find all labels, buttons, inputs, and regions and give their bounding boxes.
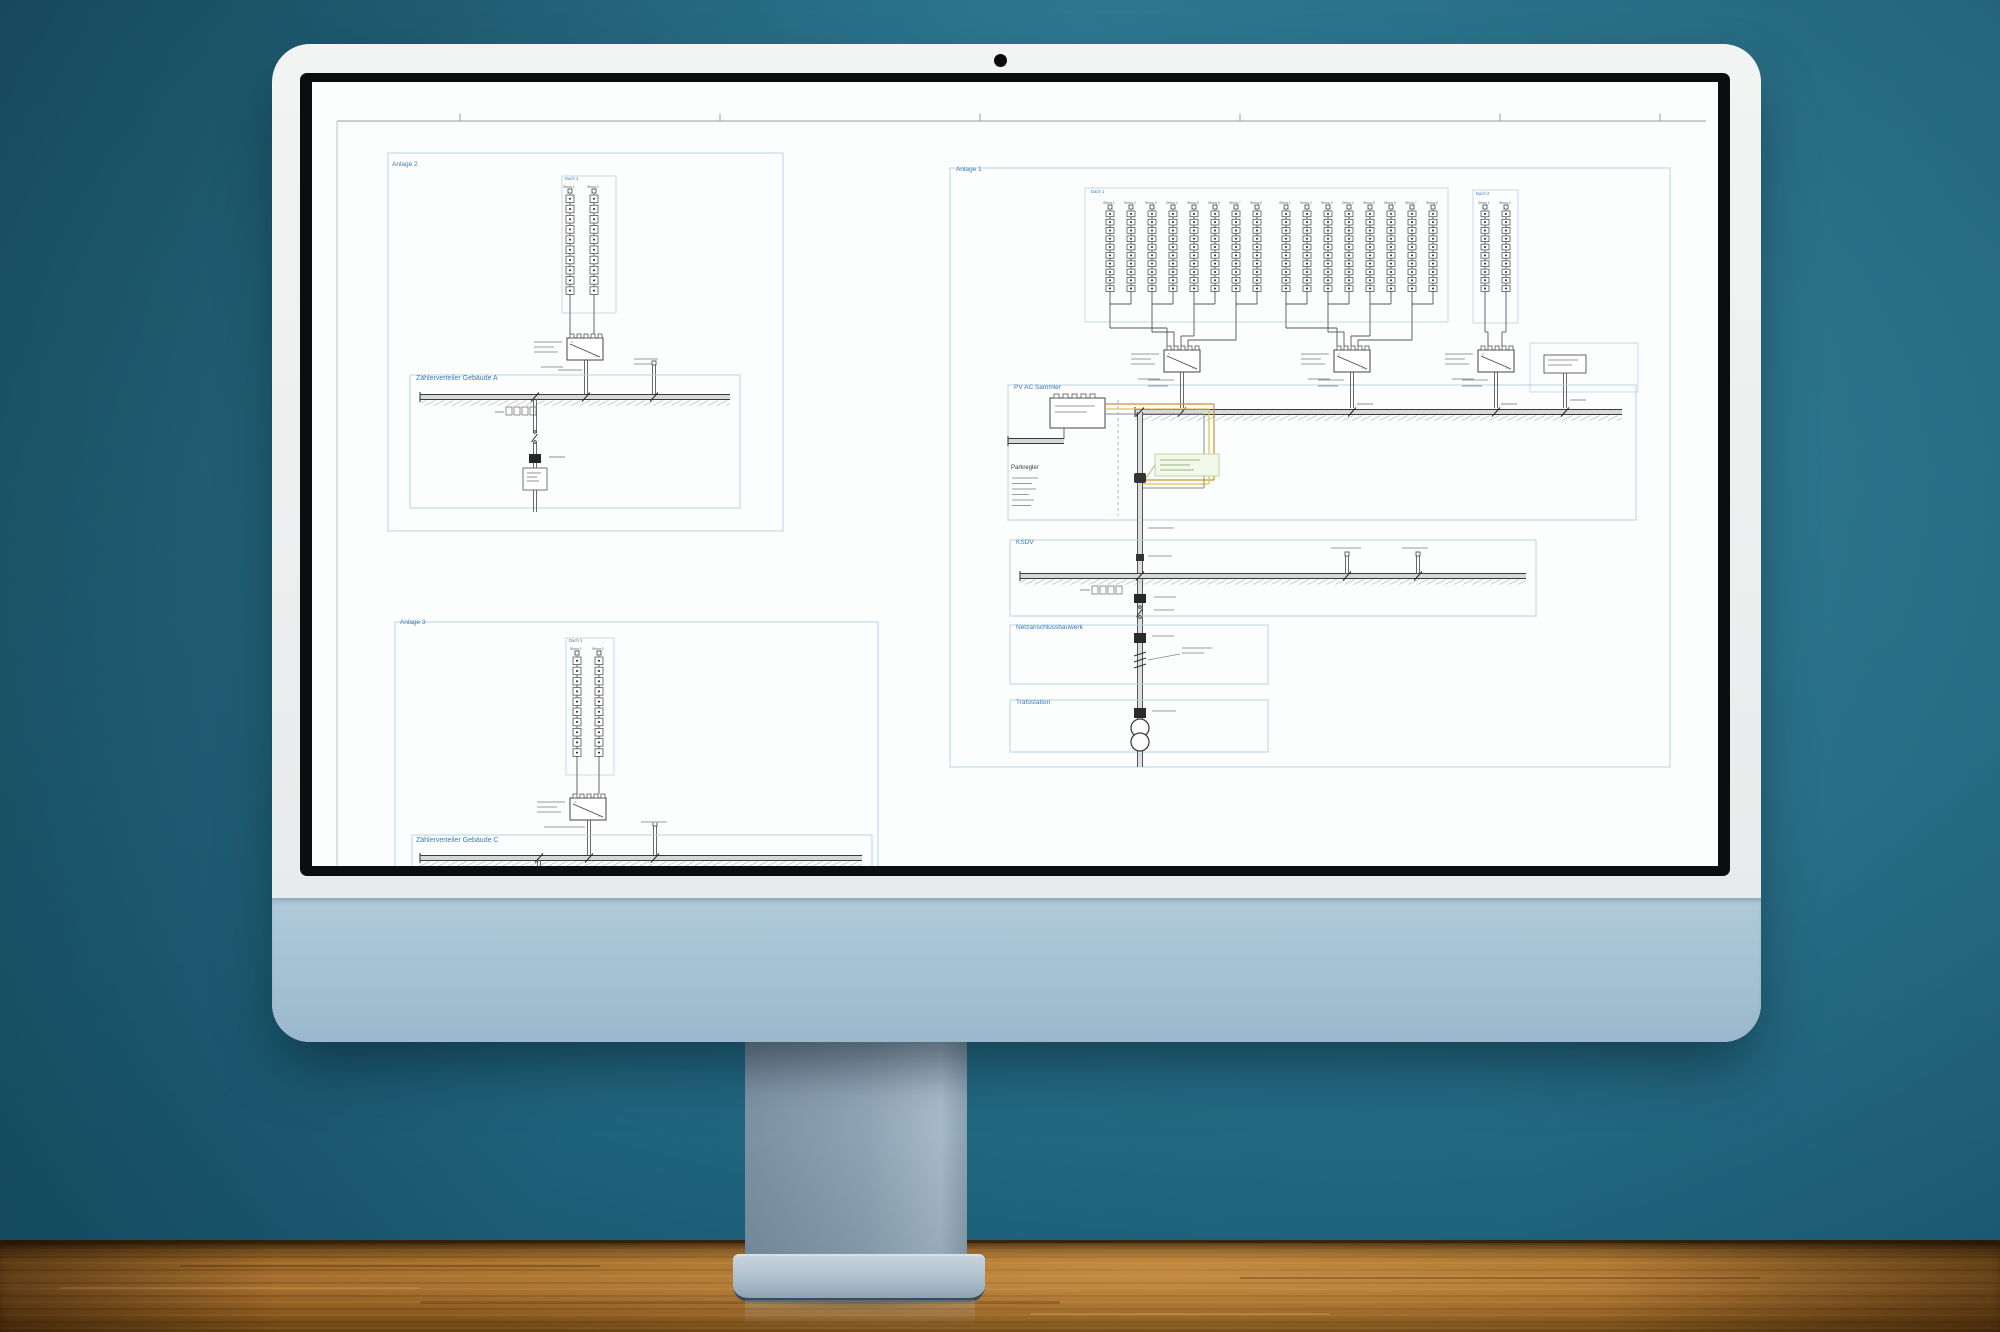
pv-string-label: String 2 <box>1499 201 1511 205</box>
pv-string-label: String 4 <box>1166 201 1178 205</box>
anlage1-title: Anlage 1 <box>956 167 982 174</box>
pv-string-label: String 4 <box>1342 201 1354 205</box>
stand-reflection <box>745 1300 975 1326</box>
pv-string-label: ~ <box>1192 367 1194 371</box>
pv-string-label: String 5 <box>1187 201 1199 205</box>
pv-string-label: String 7 <box>1405 201 1417 205</box>
pv-string-label: String 1 <box>563 185 575 189</box>
schematic-page: String 1 String 2 = ~ String 1 String 2 = ~ Stri… <box>312 82 1718 866</box>
pv-string-label: ~ <box>1362 367 1364 371</box>
anlage3-roof-label: Dach 1 <box>569 639 582 643</box>
imac-stand-neck <box>745 1042 967 1258</box>
anlage1-roof2-label: Dach 2 <box>1476 192 1489 196</box>
distribution-c-title: Zählerverteiler Gebäude C <box>416 837 499 844</box>
pv-string-label: String 2 <box>1124 201 1136 205</box>
grid-building-title: Netzanschlussbauwerk <box>1016 625 1083 632</box>
pv-string-label: = <box>1168 352 1170 356</box>
imac-stand-foot <box>733 1254 985 1302</box>
screen-bezel: String 1 String 2 = ~ String 1 String 2 = ~ Stri… <box>300 73 1730 876</box>
pv-string-label: String 7 <box>1229 201 1241 205</box>
scene: String 1 String 2 = ~ String 1 String 2 = ~ Stri… <box>0 0 2000 1332</box>
pv-string-label: String 6 <box>1384 201 1396 205</box>
pv-string-label: String 8 <box>1426 201 1438 205</box>
anlage2-title: Anlage 2 <box>392 162 418 169</box>
pv-string-label: String 2 <box>592 647 604 651</box>
wood-grain <box>60 1287 420 1289</box>
anlage3-title: Anlage 3 <box>400 620 426 627</box>
pv-string-label: String 1 <box>1279 201 1291 205</box>
pv-string-label: ~ <box>595 355 597 359</box>
pv-string-label: = <box>1338 352 1340 356</box>
pv-string-label: = <box>571 340 573 344</box>
wood-grain <box>1240 1277 1760 1279</box>
pv-string-label: String 8 <box>1250 201 1262 205</box>
imac-chin <box>272 898 1761 1042</box>
anlage1-roof1-label: Dach 1 <box>1091 190 1104 194</box>
pv-string-label: String 1 <box>1478 201 1490 205</box>
pv-string-label: String 3 <box>1145 201 1157 205</box>
webcam-icon <box>994 54 1007 67</box>
wood-grain <box>180 1265 600 1267</box>
pv-string-label: ~ <box>1506 367 1508 371</box>
pv-string-label: String 6 <box>1208 201 1220 205</box>
pv-string-label: String 2 <box>1300 201 1312 205</box>
pv-ac-collector-title: PV AC Sammler <box>1014 385 1061 392</box>
park-controller-label: Parkregler <box>1011 465 1039 471</box>
pv-string-label: ~ <box>598 815 600 819</box>
pv-string-label: String 5 <box>1363 201 1375 205</box>
wood-grain <box>1030 1313 1330 1315</box>
pv-string-label: String 2 <box>587 185 599 189</box>
transformer-station-title: Trafostation <box>1016 700 1050 707</box>
pv-string-label: String 1 <box>570 647 582 651</box>
pv-string-label: String 3 <box>1321 201 1333 205</box>
schematic-svg: String 1 String 2 = ~ String 1 String 2 = ~ Stri… <box>312 82 1718 866</box>
pv-string-label: = <box>574 800 576 804</box>
distribution-a-title: Zählerverteiler Gebäude A <box>416 375 498 382</box>
anlage2-roof-label: Dach 1 <box>565 177 578 181</box>
imac-body: String 1 String 2 = ~ String 1 String 2 = ~ Stri… <box>272 44 1761 1042</box>
pv-string-label: String 1 <box>1103 201 1115 205</box>
pv-string-label: = <box>1482 352 1484 356</box>
ksdv-title: KSDV <box>1016 540 1034 547</box>
